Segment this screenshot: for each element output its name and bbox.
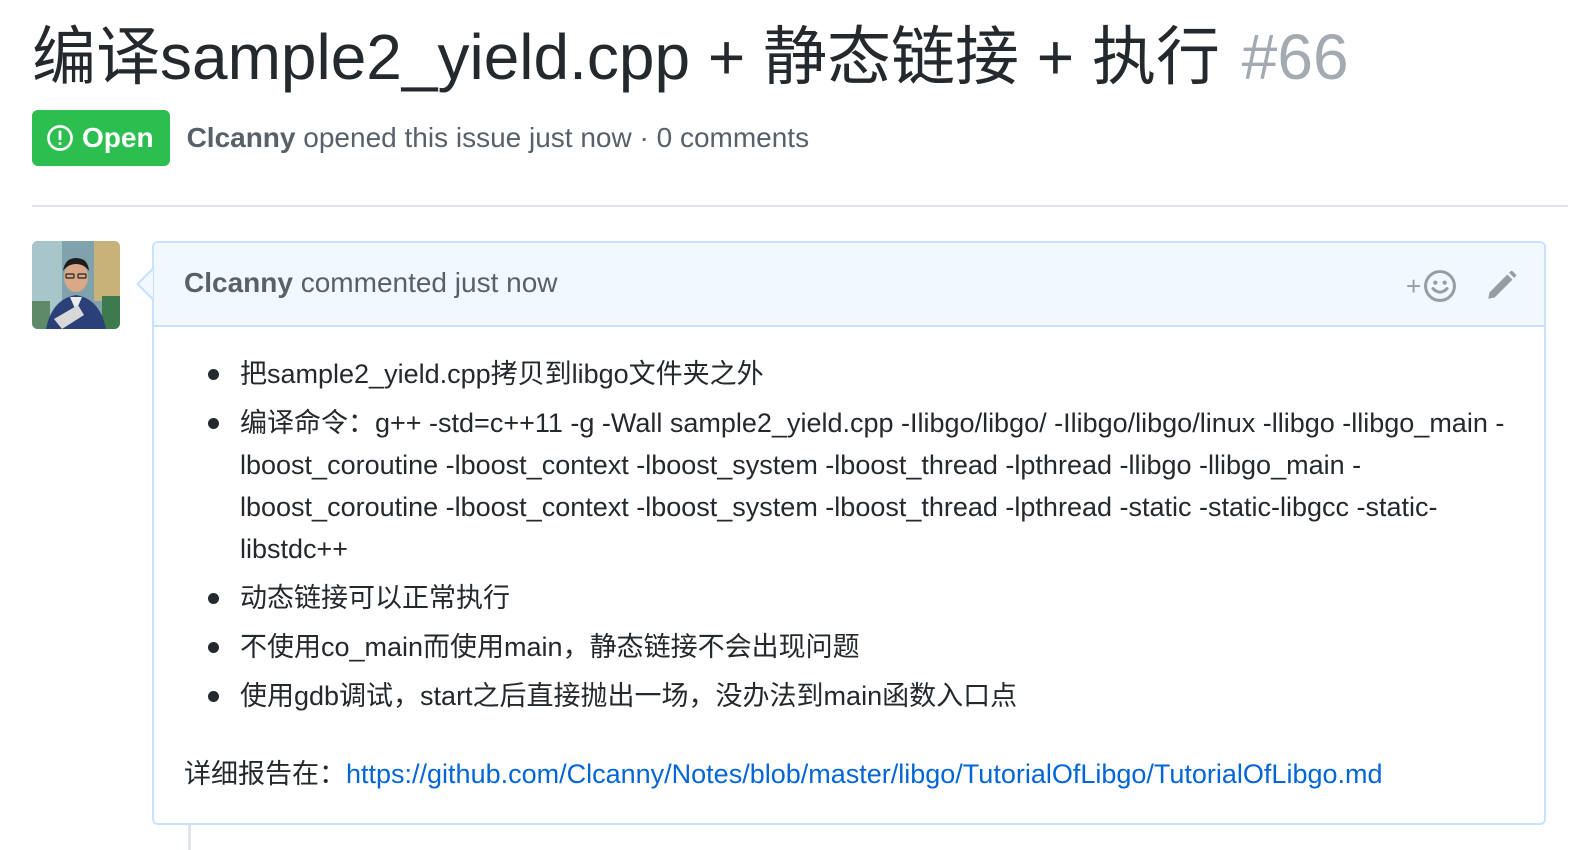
comment-box: Clcanny commented just now + 把sample2_yi… bbox=[152, 241, 1546, 825]
user-avatar[interactable] bbox=[32, 241, 120, 329]
comment-header-text: Clcanny commented just now bbox=[184, 267, 558, 299]
report-label: 详细报告在： bbox=[184, 759, 346, 789]
issue-meta: Open Clcanny opened this issue just now … bbox=[32, 110, 809, 166]
comment-body: 把sample2_yield.cpp拷贝到libgo文件夹之外 编译命令：g++… bbox=[184, 353, 1524, 724]
list-item-text: 动态链接可以正常执行 bbox=[240, 583, 510, 613]
reaction-plus: + bbox=[1406, 270, 1422, 301]
smiley-icon bbox=[1424, 270, 1457, 302]
comment-author-link[interactable]: Clcanny bbox=[184, 267, 293, 298]
comment-arrow-fill bbox=[139, 270, 153, 298]
bullet-dot bbox=[208, 418, 219, 429]
comment-timestamp: commented just now bbox=[300, 267, 558, 298]
timeline-line bbox=[188, 825, 191, 850]
list-item-text: 使用gdb调试，start之后直接抛出一场，没办法到main函数入口点 bbox=[240, 681, 1018, 711]
add-reaction-button[interactable]: + bbox=[1406, 267, 1462, 305]
list-item: 不使用co_main而使用main，静态链接不会出现问题 bbox=[184, 626, 1524, 668]
issue-state-label: Open bbox=[82, 122, 154, 153]
comment-list: 把sample2_yield.cpp拷贝到libgo文件夹之外 编译命令：g++… bbox=[184, 353, 1524, 717]
report-line: 详细报告在：https://github.com/Clcanny/Notes/b… bbox=[184, 753, 1544, 795]
bullet-dot bbox=[208, 642, 219, 653]
issue-number: #66 bbox=[1241, 21, 1349, 93]
comment-header: Clcanny commented just now + bbox=[154, 243, 1544, 327]
issue-title: 编译sample2_yield.cpp + 静态链接 + 执行 #66 bbox=[32, 18, 1562, 96]
report-link[interactable]: https://github.com/Clcanny/Notes/blob/ma… bbox=[346, 759, 1383, 789]
issue-meta-description: opened this issue just now · 0 comments bbox=[303, 122, 810, 153]
list-item-text: 编译命令：g++ -std=c++11 -g -Wall sample2_yie… bbox=[240, 408, 1505, 564]
issue-state-badge: Open bbox=[32, 110, 170, 166]
bullet-dot bbox=[208, 593, 219, 604]
bullet-dot bbox=[208, 691, 219, 702]
list-item-text: 把sample2_yield.cpp拷贝到libgo文件夹之外 bbox=[240, 359, 764, 389]
list-item: 使用gdb调试，start之后直接抛出一场，没办法到main函数入口点 bbox=[184, 675, 1524, 717]
issue-page: 编译sample2_yield.cpp + 静态链接 + 执行 #66 Open… bbox=[0, 0, 1574, 850]
pencil-icon[interactable] bbox=[1484, 269, 1518, 303]
avatar-image bbox=[32, 241, 120, 329]
issue-author-link[interactable]: Clcanny bbox=[187, 122, 296, 153]
issue-opened-icon bbox=[47, 125, 73, 151]
bullet-dot bbox=[208, 369, 219, 380]
list-item-text: 不使用co_main而使用main，静态链接不会出现问题 bbox=[240, 632, 860, 662]
list-item: 编译命令：g++ -std=c++11 -g -Wall sample2_yie… bbox=[184, 402, 1524, 570]
issue-meta-text: Clcanny opened this issue just now · 0 c… bbox=[187, 122, 810, 154]
list-item: 把sample2_yield.cpp拷贝到libgo文件夹之外 bbox=[184, 353, 1524, 395]
header-divider bbox=[32, 205, 1568, 207]
issue-title-text: 编译sample2_yield.cpp + 静态链接 + 执行 bbox=[32, 21, 1220, 93]
list-item: 动态链接可以正常执行 bbox=[184, 577, 1524, 619]
